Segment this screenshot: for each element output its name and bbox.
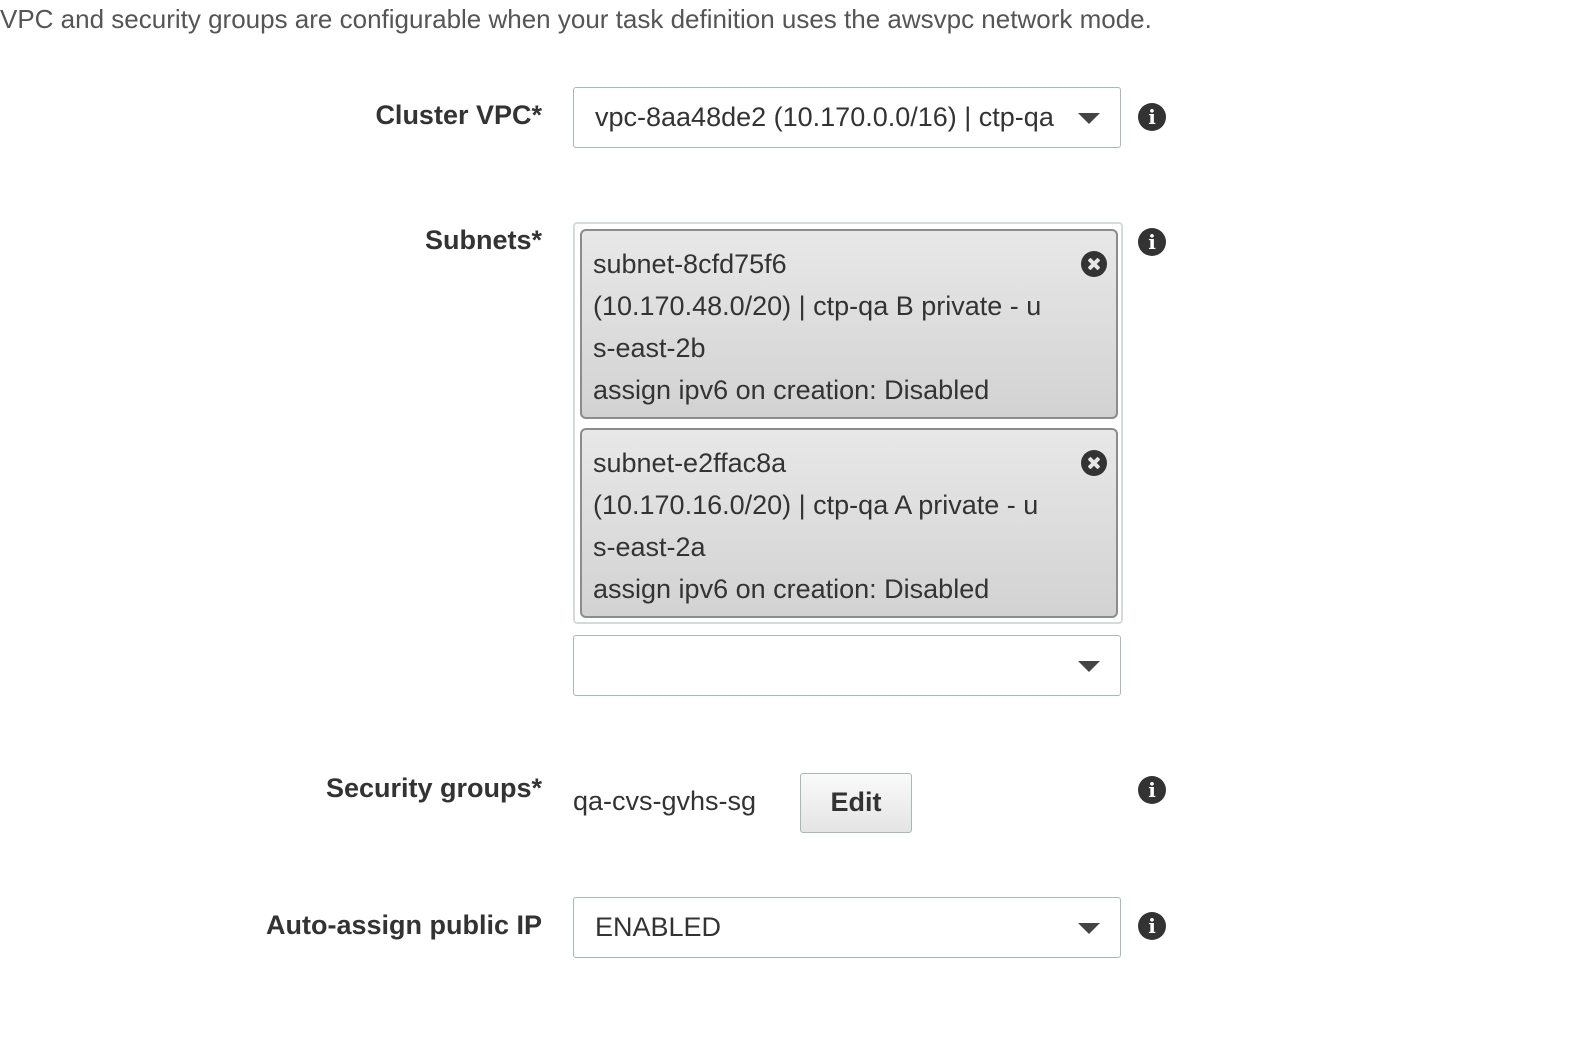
subnets-selected-list: subnet-8cfd75f6 (10.170.48.0/20) | ctp-q… (573, 222, 1123, 624)
subnet-chip: subnet-e2ffac8a (10.170.16.0/20) | ctp-q… (580, 428, 1118, 618)
edit-security-groups-button[interactable]: Edit (800, 773, 912, 833)
subnet-chip-az: s-east-2a (593, 532, 706, 562)
subnets-label: Subnets* (424, 225, 542, 255)
info-icon[interactable]: i (1138, 228, 1166, 256)
security-groups-label: Security groups* (325, 773, 542, 803)
info-icon[interactable]: i (1138, 776, 1166, 804)
chevron-down-icon (1078, 113, 1100, 124)
auto-assign-ip-value: ENABLED (595, 912, 722, 942)
auto-assign-ip-label: Auto-assign public IP (265, 910, 542, 940)
cluster-vpc-select[interactable]: vpc-8aa48de2 (10.170.0.0/16) | ctp-qa (573, 87, 1121, 148)
chevron-down-icon (1078, 923, 1100, 934)
subnet-chip-ipv6: assign ipv6 on creation: Disabled (593, 375, 990, 405)
info-icon[interactable]: i (1138, 103, 1166, 131)
subnet-chip-az: s-east-2b (593, 333, 706, 363)
network-configuration-form: VPC and security groups are configurable… (0, 0, 1571, 1040)
subnet-chip: subnet-8cfd75f6 (10.170.48.0/20) | ctp-q… (580, 229, 1118, 419)
subnet-chip-cidr: (10.170.16.0/20) | ctp-qa A private - u (593, 490, 1039, 520)
info-icon[interactable]: i (1138, 912, 1166, 940)
subnet-chip-id: subnet-e2ffac8a (593, 448, 787, 478)
chevron-down-icon (1078, 661, 1100, 672)
subnet-chip-cidr: (10.170.48.0/20) | ctp-qa B private - u (593, 291, 1042, 321)
intro-text: VPC and security groups are configurable… (0, 4, 1152, 34)
cluster-vpc-value: vpc-8aa48de2 (10.170.0.0/16) | ctp-qa (595, 102, 1054, 132)
subnet-chip-id: subnet-8cfd75f6 (593, 249, 787, 279)
close-circle-icon[interactable] (1081, 450, 1107, 476)
cluster-vpc-label: Cluster VPC* (375, 100, 542, 130)
auto-assign-ip-select[interactable]: ENABLED (573, 897, 1121, 958)
security-group-value: qa-cvs-gvhs-sg (573, 786, 757, 816)
subnets-add-select[interactable] (573, 635, 1121, 696)
close-circle-icon[interactable] (1081, 251, 1107, 277)
subnet-chip-ipv6: assign ipv6 on creation: Disabled (593, 574, 990, 604)
